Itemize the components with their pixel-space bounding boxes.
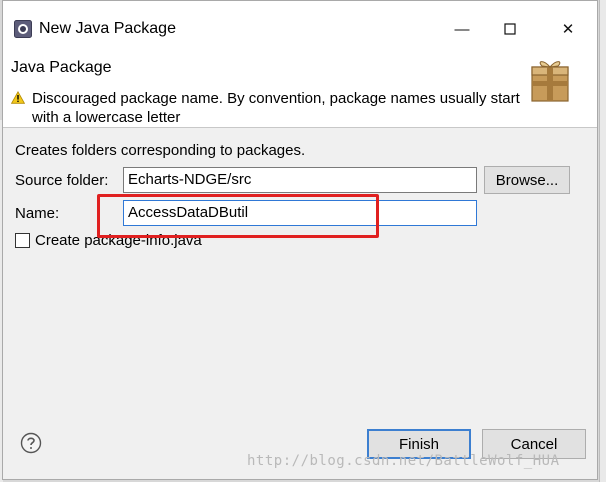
- create-package-info-checkbox[interactable]: [15, 233, 30, 248]
- background-window-edge-right: [599, 0, 606, 482]
- maximize-icon: [504, 23, 516, 35]
- source-folder-field[interactable]: Echarts-NDGE/src: [123, 167, 477, 193]
- watermark: http://blog.csdn.net/BattleWolf_HUA: [247, 453, 560, 469]
- banner-title: Java Package: [11, 59, 112, 76]
- close-icon: ✕: [561, 21, 575, 38]
- source-folder-label: Source folder:: [15, 172, 109, 189]
- name-label: Name:: [15, 205, 60, 222]
- title-bar[interactable]: New Java Package — ✕: [3, 1, 597, 57]
- wizard-banner: Java Package Discouraged package name. B…: [3, 57, 597, 128]
- wizard-description: Creates folders corresponding to package…: [15, 142, 306, 159]
- package-icon: [531, 61, 569, 102]
- browse-button[interactable]: Browse...: [484, 166, 570, 194]
- window-title: New Java Package: [39, 20, 176, 37]
- close-button[interactable]: ✕: [545, 13, 591, 45]
- warning-message: Discouraged package name. By convention,…: [32, 90, 520, 126]
- maximize-button[interactable]: [487, 13, 533, 45]
- eclipse-app-icon: [14, 20, 32, 38]
- red-highlight-box: [97, 194, 379, 238]
- new-java-package-dialog: New Java Package — ✕ Java Package Discou…: [2, 0, 598, 480]
- minimize-button[interactable]: —: [439, 13, 485, 45]
- warning-icon: [11, 91, 25, 104]
- minimize-icon: —: [454, 20, 470, 38]
- help-icon[interactable]: [20, 432, 42, 454]
